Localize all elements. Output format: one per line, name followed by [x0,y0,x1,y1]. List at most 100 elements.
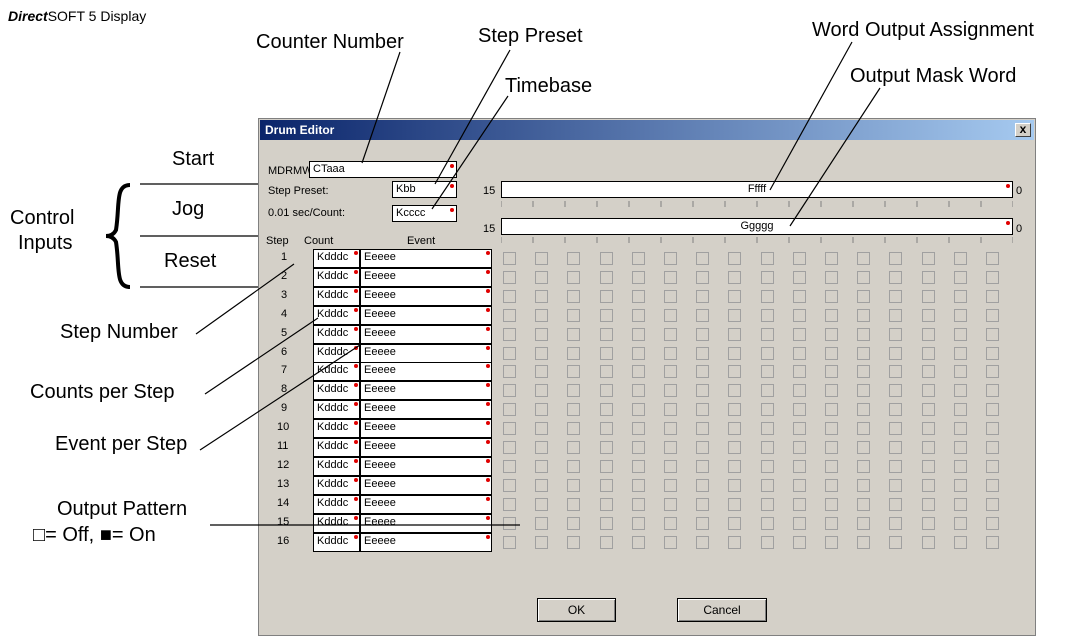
output-bit-checkbox[interactable] [535,327,549,341]
output-bit-checkbox[interactable] [792,497,806,511]
output-bit-checkbox[interactable] [567,308,581,322]
step-count-field[interactable]: Kdddc [313,532,360,552]
output-bit-checkbox[interactable] [599,308,613,322]
step-event-field[interactable]: Eeeee [360,305,492,325]
output-bit-checkbox[interactable] [792,252,806,265]
output-bit-checkbox[interactable] [825,384,838,398]
output-bit-checkbox[interactable] [792,270,806,284]
output-bit-checkbox[interactable] [792,308,806,322]
output-bit-checkbox[interactable] [728,270,742,284]
output-bit-checkbox[interactable] [664,497,677,511]
output-bit-checkbox[interactable] [760,270,774,284]
output-bit-checkbox[interactable] [535,459,549,473]
output-bit-checkbox[interactable] [696,270,710,284]
step-count-field[interactable]: Kdddc [313,286,360,306]
output-bit-checkbox[interactable] [664,270,677,284]
output-bit-checkbox[interactable] [567,346,581,360]
output-bit-checkbox[interactable] [728,327,742,341]
output-bit-checkbox[interactable] [664,403,677,417]
output-bit-checkbox[interactable] [889,365,903,379]
output-bit-checkbox[interactable] [696,403,710,417]
output-bit-checkbox[interactable] [503,516,516,530]
output-bit-checkbox[interactable] [535,441,549,454]
output-bit-checkbox[interactable] [599,289,613,303]
output-bit-checkbox[interactable] [889,459,903,473]
output-bit-checkbox[interactable] [503,384,516,398]
output-bit-checkbox[interactable] [986,270,999,284]
output-bit-checkbox[interactable] [792,422,806,436]
output-bit-checkbox[interactable] [535,422,549,436]
output-bit-checkbox[interactable] [921,252,935,265]
output-bit-checkbox[interactable] [503,327,516,341]
output-bit-checkbox[interactable] [535,384,549,398]
output-bit-checkbox[interactable] [857,422,871,436]
output-bit-checkbox[interactable] [953,365,967,379]
output-bit-checkbox[interactable] [503,308,516,322]
output-bit-checkbox[interactable] [953,497,967,511]
output-bit-checkbox[interactable] [599,252,613,265]
output-bit-checkbox[interactable] [986,497,999,511]
output-bit-checkbox[interactable] [599,516,613,530]
output-bit-checkbox[interactable] [567,403,581,417]
output-bit-checkbox[interactable] [728,535,742,549]
output-bit-checkbox[interactable] [567,270,581,284]
output-bit-checkbox[interactable] [567,441,581,454]
output-bit-checkbox[interactable] [986,478,999,492]
output-bit-checkbox[interactable] [986,459,999,473]
output-bit-checkbox[interactable] [599,346,613,360]
output-bit-checkbox[interactable] [986,535,999,549]
mask-word-field[interactable]: Ggggg [501,218,1013,235]
output-bit-checkbox[interactable] [631,346,645,360]
output-bit-checkbox[interactable] [953,403,967,417]
step-event-field[interactable]: Eeeee [360,494,492,514]
output-bit-checkbox[interactable] [921,422,935,436]
output-bit-checkbox[interactable] [599,270,613,284]
output-bit-checkbox[interactable] [792,403,806,417]
output-bit-checkbox[interactable] [792,384,806,398]
output-bit-checkbox[interactable] [760,441,774,454]
output-bit-checkbox[interactable] [857,346,871,360]
output-bit-checkbox[interactable] [825,535,838,549]
output-bit-checkbox[interactable] [921,327,935,341]
output-bit-checkbox[interactable] [631,422,645,436]
output-bit-checkbox[interactable] [921,516,935,530]
step-count-field[interactable]: Kdddc [313,513,360,533]
output-bit-checkbox[interactable] [664,459,677,473]
output-bit-checkbox[interactable] [696,459,710,473]
output-bit-checkbox[interactable] [792,346,806,360]
step-event-field[interactable]: Eeeee [360,324,492,344]
output-bit-checkbox[interactable] [889,478,903,492]
output-bit-checkbox[interactable] [599,535,613,549]
output-bit-checkbox[interactable] [760,459,774,473]
output-bit-checkbox[interactable] [825,346,838,360]
output-bit-checkbox[interactable] [535,270,549,284]
output-bit-checkbox[interactable] [986,327,999,341]
output-bit-checkbox[interactable] [664,422,677,436]
output-bit-checkbox[interactable] [857,403,871,417]
output-bit-checkbox[interactable] [889,289,903,303]
output-bit-checkbox[interactable] [825,516,838,530]
output-bit-checkbox[interactable] [631,441,645,454]
output-bit-checkbox[interactable] [696,346,710,360]
output-bit-checkbox[interactable] [664,441,677,454]
output-bit-checkbox[interactable] [728,497,742,511]
output-bit-checkbox[interactable] [696,422,710,436]
output-bit-checkbox[interactable] [664,478,677,492]
output-bit-checkbox[interactable] [728,365,742,379]
step-event-field[interactable]: Eeeee [360,286,492,306]
output-bit-checkbox[interactable] [503,459,516,473]
output-bit-checkbox[interactable] [664,327,677,341]
output-bit-checkbox[interactable] [664,516,677,530]
output-bit-checkbox[interactable] [825,289,838,303]
output-bit-checkbox[interactable] [953,252,967,265]
output-bit-checkbox[interactable] [921,441,935,454]
output-bit-checkbox[interactable] [664,384,677,398]
output-bit-checkbox[interactable] [825,497,838,511]
output-bit-checkbox[interactable] [921,478,935,492]
output-bit-checkbox[interactable] [728,346,742,360]
output-bit-checkbox[interactable] [953,441,967,454]
output-bit-checkbox[interactable] [535,497,549,511]
output-bit-checkbox[interactable] [599,478,613,492]
output-bit-checkbox[interactable] [535,346,549,360]
step-event-field[interactable]: Eeeee [360,400,492,420]
